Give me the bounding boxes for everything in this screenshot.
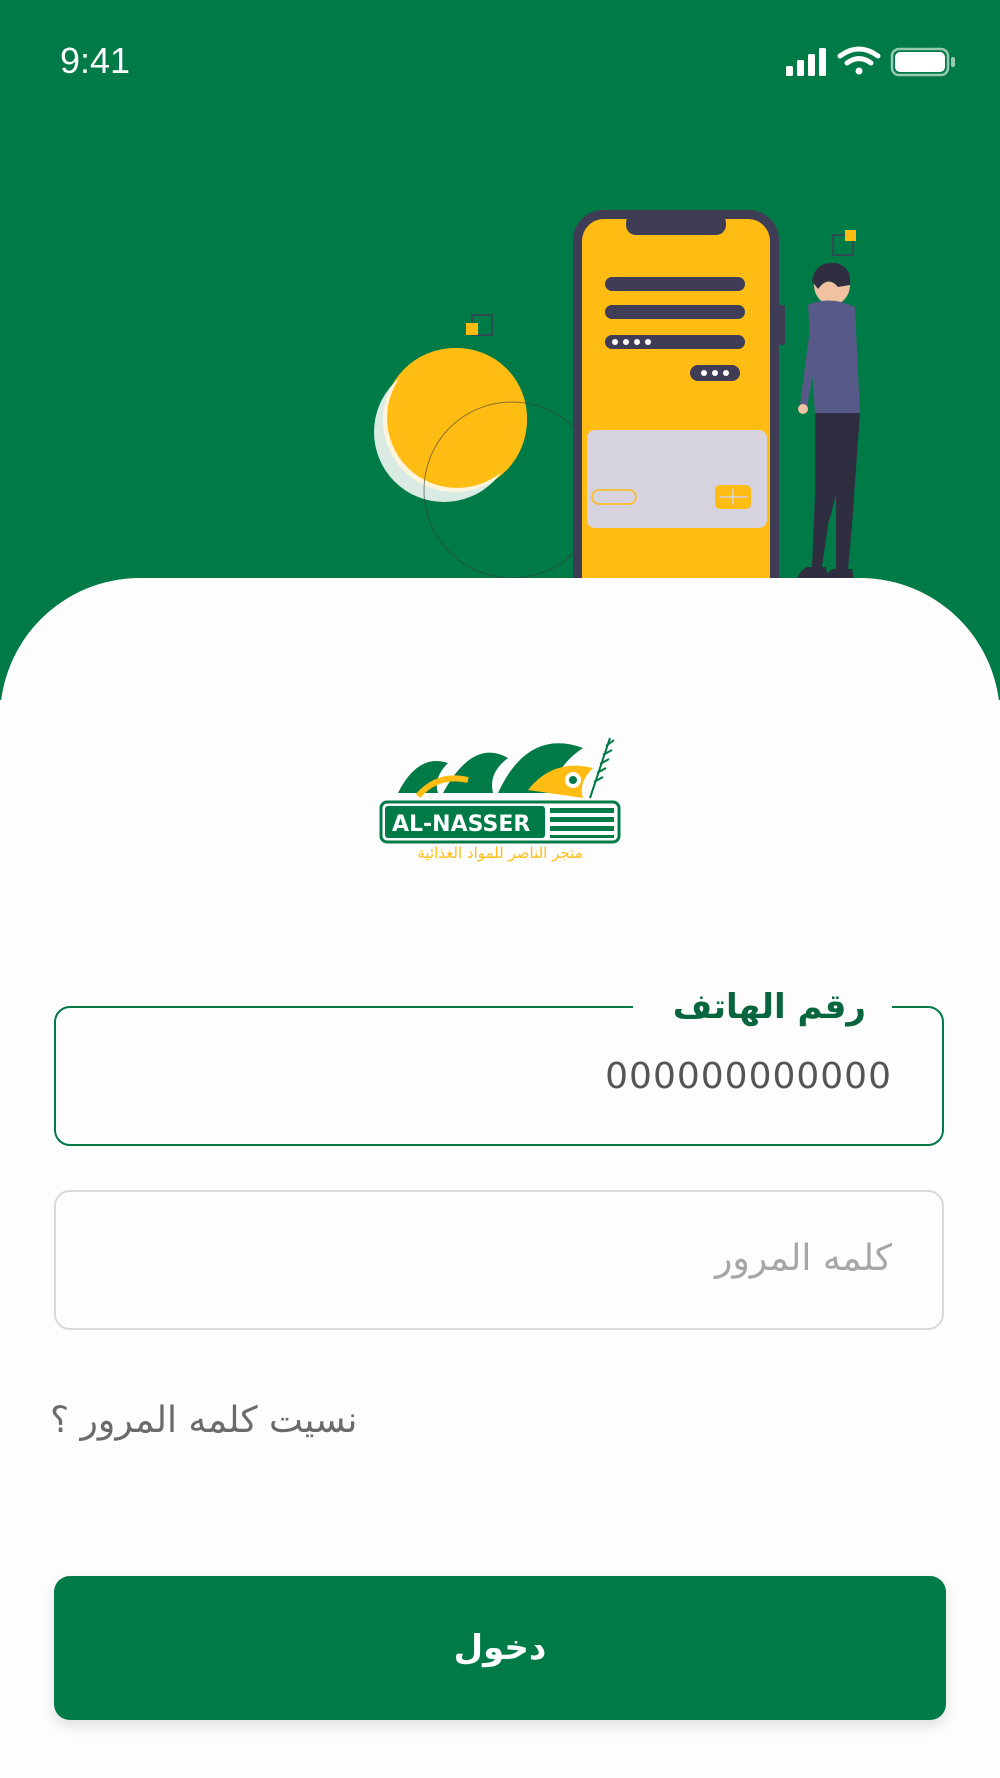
forgot-password-link[interactable]: نسيت كلمه المرور ؟ xyxy=(50,1400,357,1441)
password-field-placeholder: كلمه المرور xyxy=(714,1238,892,1279)
credit-card-graphic xyxy=(587,430,767,528)
login-screen: 9:41 AL-NASSER متجر الناصر للمواد الغذائ… xyxy=(0,0,1000,1778)
password-field[interactable]: كلمه المرور xyxy=(54,1190,944,1330)
battery-icon xyxy=(890,47,955,77)
wifi-icon xyxy=(837,46,881,75)
status-time: 9:41 xyxy=(60,40,131,81)
person-graphic xyxy=(797,262,860,587)
signal-icon xyxy=(786,48,826,76)
al-nasser-logo: AL-NASSER متجر الناصر للمواد الغذائية xyxy=(379,737,621,862)
logo-wordmark: AL-NASSER xyxy=(392,812,530,837)
phone-graphic xyxy=(573,210,785,610)
floating-square-right xyxy=(832,230,856,256)
login-button[interactable]: دخول xyxy=(54,1576,946,1720)
phone-login-illustration xyxy=(374,210,945,614)
floating-square-left xyxy=(466,314,493,336)
logo-tagline: متجر الناصر للمواد الغذائية xyxy=(417,844,582,862)
login-button-label: دخول xyxy=(453,1628,547,1668)
logo-calligraphy xyxy=(398,743,593,799)
phone-field-label: رقم الهاتف xyxy=(632,982,892,1032)
status-bar: 9:41 xyxy=(0,0,1000,120)
phone-field[interactable]: رقم الهاتف 000000000000 xyxy=(54,982,944,1146)
logo-wheat xyxy=(589,737,615,799)
status-icons xyxy=(786,46,955,77)
phone-field-value[interactable]: 000000000000 xyxy=(605,1056,892,1097)
